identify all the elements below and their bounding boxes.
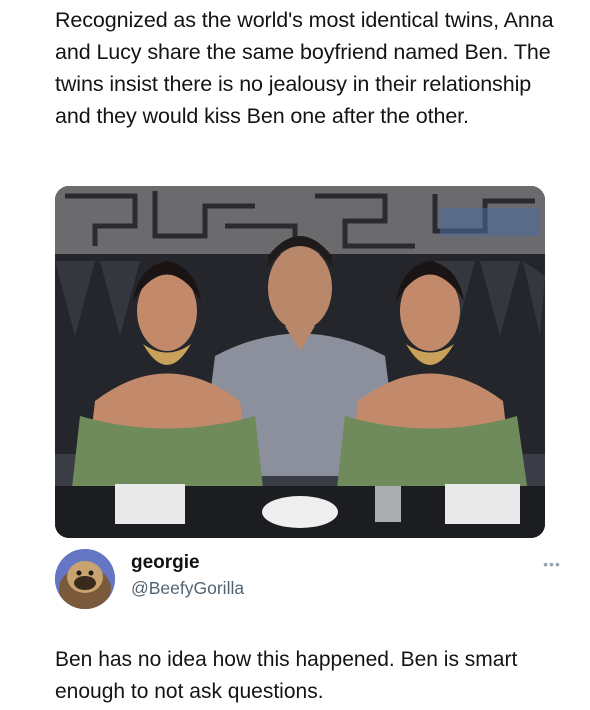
author-handle[interactable]: @BeefyGorilla <box>131 578 244 599</box>
post-caption: Recognized as the world's most identical… <box>55 8 554 128</box>
post-photo[interactable] <box>55 186 545 538</box>
post-photo-image <box>55 186 545 538</box>
avatar-image <box>55 549 115 609</box>
post-author: georgie @BeefyGorilla ••• <box>55 549 565 609</box>
reply-text: Ben has no idea how this happened. Ben i… <box>55 648 518 703</box>
post-screenshot: Recognized as the world's most identical… <box>0 0 590 710</box>
ellipsis-icon[interactable]: ••• <box>539 557 565 571</box>
gorilla-avatar-icon[interactable] <box>55 549 115 609</box>
author-display-name[interactable]: georgie <box>131 552 200 574</box>
